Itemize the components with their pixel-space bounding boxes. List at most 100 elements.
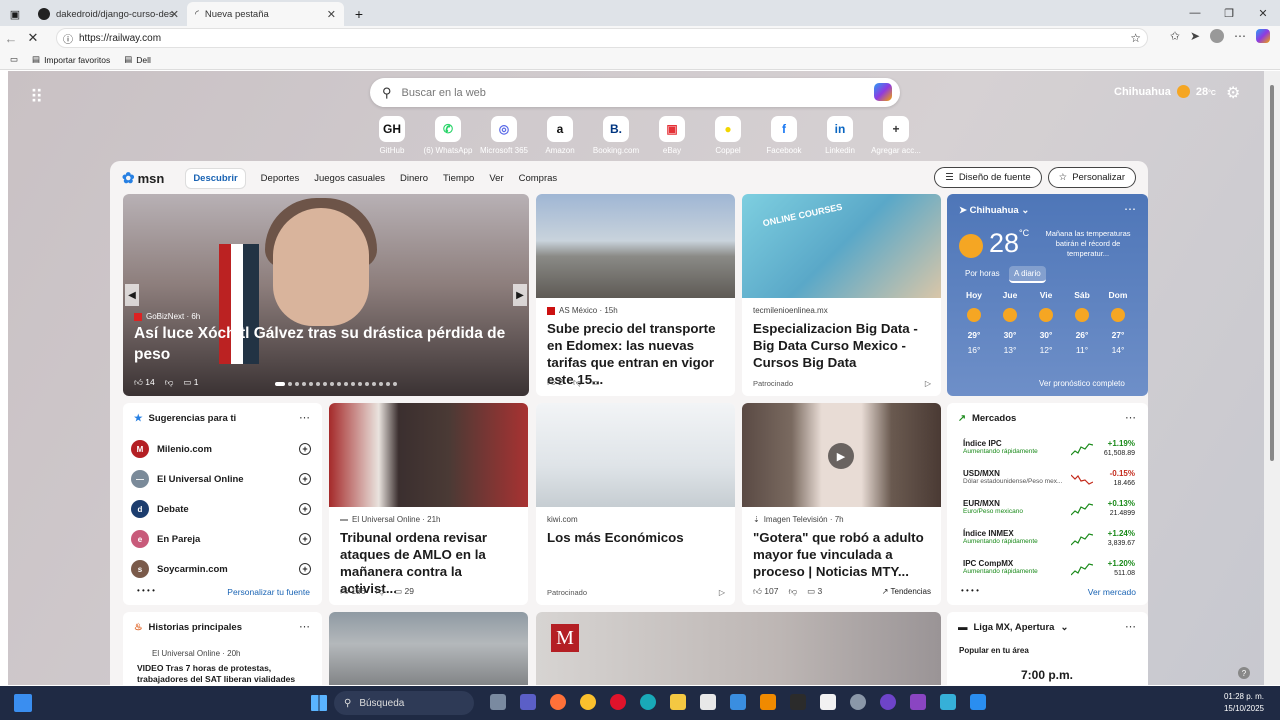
profile-icon[interactable]: [1210, 29, 1224, 43]
more-options-icon[interactable]: ⋯: [1125, 620, 1136, 633]
notepad-icon[interactable]: [940, 694, 956, 710]
start-icon[interactable]: [311, 695, 327, 711]
markets-link[interactable]: Ver mercado: [1088, 587, 1136, 597]
favorite-star-icon[interactable]: ☆: [1130, 31, 1141, 45]
match-time[interactable]: 7:00 p.m.: [1021, 668, 1073, 682]
quick-link[interactable]: + Agregar acc...: [868, 116, 924, 155]
video-card[interactable]: ▶ ⇣ Imagen Televisión · 7h "Gotera" que r…: [742, 403, 941, 605]
close-icon[interactable]: ✕: [170, 8, 179, 21]
personalize-feed-link[interactable]: Personalizar tu fuente: [227, 587, 310, 597]
suggested-source[interactable]: e En Pareja +: [131, 527, 311, 551]
more-options-icon[interactable]: ⋯: [1124, 202, 1136, 216]
personalize-button[interactable]: ☆ Personalizar: [1047, 167, 1136, 188]
hero-card[interactable]: ◀ ▶ GoBizNext · 6h Así luce Xóchitl Gálv…: [123, 194, 529, 396]
market-row[interactable]: USD/MXN Dólar estadounidense/Peso mex... -…: [963, 469, 1135, 493]
app-launcher-icon[interactable]: ⠿: [30, 87, 43, 108]
tab-actions-icon[interactable]: ▣: [0, 2, 30, 26]
maximize-button[interactable]: ❐: [1212, 0, 1246, 26]
news-card[interactable]: M: [536, 612, 941, 685]
forecast-day[interactable]: Hoy 29° 16°: [959, 290, 989, 355]
league-title[interactable]: ▬ Liga MX, Apertura ⌄: [958, 622, 1068, 633]
system-clock[interactable]: 01:28 p. m. 15/10/2025: [1224, 691, 1264, 715]
weather-card[interactable]: ➤ Chihuahua ⌄ ⋯ 28°C Mañana las temperat…: [947, 194, 1148, 396]
quick-link[interactable]: ✆ (6) WhatsApp: [420, 116, 476, 155]
like-button[interactable]: 👍︎ 2: [547, 377, 563, 388]
weather-note[interactable]: Mañana las temperaturas batirán el récor…: [1041, 229, 1135, 259]
market-row[interactable]: Índice INMEX Aumentando rápidamente +1.24%…: [963, 529, 1135, 553]
font-layout-button[interactable]: ☰ Diseño de fuente: [934, 167, 1042, 188]
msn-logo[interactable]: ✿ msn: [122, 169, 164, 187]
follow-plus-icon[interactable]: +: [299, 473, 311, 485]
task-view-icon[interactable]: [490, 694, 506, 710]
back-icon[interactable]: ←: [0, 31, 22, 46]
github-desktop-icon[interactable]: [880, 694, 896, 710]
opera-icon[interactable]: [610, 694, 626, 710]
weather-location[interactable]: ➤ Chihuahua ⌄: [959, 205, 1029, 216]
sponsored-card[interactable]: ONLINE COURSES tecmilenioenlinea.mx Espe…: [742, 194, 941, 396]
copilot-icon[interactable]: [1256, 29, 1270, 43]
tab-github[interactable]: dakedroid/django-curso-desarrollo ✕: [30, 2, 187, 26]
suggested-source[interactable]: s Soycarmin.com +: [131, 557, 311, 581]
next-arrow-icon[interactable]: ▶: [513, 284, 527, 306]
market-row[interactable]: Índice IPC Aumentando rápidamente +1.19% 61…: [963, 439, 1135, 463]
nav-tiempo[interactable]: Tiempo: [443, 173, 474, 184]
share-icon[interactable]: ➤: [1190, 29, 1200, 43]
like-button[interactable]: 👍︎ 107: [753, 586, 778, 597]
more-options-icon[interactable]: ⋯: [299, 620, 310, 633]
prev-arrow-icon[interactable]: ◀: [125, 284, 139, 306]
dislike-button[interactable]: 👎︎: [573, 377, 582, 388]
news-card[interactable]: El Universal Online · 21h Tribunal orden…: [329, 403, 528, 605]
edge-icon[interactable]: [640, 694, 656, 710]
play-icon[interactable]: ▷: [719, 588, 725, 597]
scrollbar-thumb[interactable]: [1270, 85, 1274, 461]
forecast-day[interactable]: Jue 30° 13°: [995, 290, 1025, 355]
file-explorer-icon[interactable]: [670, 694, 686, 710]
play-video-icon[interactable]: ▶: [828, 443, 854, 469]
follow-plus-icon[interactable]: +: [299, 503, 311, 515]
dislike-button[interactable]: 👎︎: [788, 586, 797, 597]
page-scrollbar[interactable]: [1264, 71, 1280, 685]
nav-juegos[interactable]: Juegos casuales: [314, 173, 385, 184]
forecast-day[interactable]: Dom 27° 14°: [1103, 290, 1133, 355]
meet-icon[interactable]: [520, 694, 536, 710]
quick-link[interactable]: f Facebook: [756, 116, 812, 155]
follow-plus-icon[interactable]: +: [299, 443, 311, 455]
url-field[interactable]: ⓘ https://railway.com ☆: [56, 28, 1148, 48]
suggested-source[interactable]: d Debate +: [131, 497, 311, 521]
document-icon[interactable]: [820, 694, 836, 710]
quick-link[interactable]: a Amazon: [532, 116, 588, 155]
quick-link[interactable]: ● Coppel: [700, 116, 756, 155]
nav-deportes[interactable]: Deportes: [261, 173, 300, 184]
more-options-icon[interactable]: ⋯: [299, 411, 310, 424]
terminal-icon[interactable]: [790, 694, 806, 710]
tab-hourly[interactable]: Por horas: [965, 269, 1000, 278]
nav-compras[interactable]: Compras: [519, 173, 558, 184]
story-headline[interactable]: VIDEO Tras 7 horas de protestas, trabaja…: [137, 663, 317, 685]
close-icon[interactable]: ✕: [327, 8, 336, 21]
copilot-icon[interactable]: [874, 83, 892, 101]
help-icon[interactable]: ?: [1238, 667, 1250, 679]
suggested-source[interactable]: — El Universal Online +: [131, 467, 311, 491]
quick-link[interactable]: B. Booking.com: [588, 116, 644, 155]
close-window-button[interactable]: ✕: [1246, 0, 1280, 26]
store-icon[interactable]: [700, 694, 716, 710]
forecast-link[interactable]: Ver pronóstico completo: [1039, 379, 1125, 388]
quick-link[interactable]: in Linkedin: [812, 116, 868, 155]
fav-dell[interactable]: ▤ Dell: [124, 54, 151, 65]
forecast-day[interactable]: Sáb 26° 11°: [1067, 290, 1097, 355]
comment-button[interactable]: ▭: [592, 377, 600, 388]
like-button[interactable]: 👍︎ 14: [134, 377, 155, 388]
fav-import[interactable]: ▤ Importar favoritos: [32, 54, 110, 65]
tab-new[interactable]: ◜ Nueva pestaña ✕: [187, 2, 344, 26]
collections-icon[interactable]: ▭: [10, 54, 18, 65]
web-search-box[interactable]: ⚲ Buscar en la web: [370, 78, 900, 107]
nav-descubrir[interactable]: Descubrir: [185, 167, 246, 189]
news-card[interactable]: [329, 612, 528, 685]
taskbar-search[interactable]: ⚲ Búsqueda: [334, 691, 474, 715]
vscode-icon[interactable]: [970, 694, 986, 710]
chrome-icon[interactable]: [580, 694, 596, 710]
dislike-button[interactable]: 👎︎: [165, 377, 174, 388]
suggested-source[interactable]: M Milenio.com +: [131, 437, 311, 461]
onenote-icon[interactable]: [910, 694, 926, 710]
like-button[interactable]: 👍︎ 186: [340, 586, 365, 597]
